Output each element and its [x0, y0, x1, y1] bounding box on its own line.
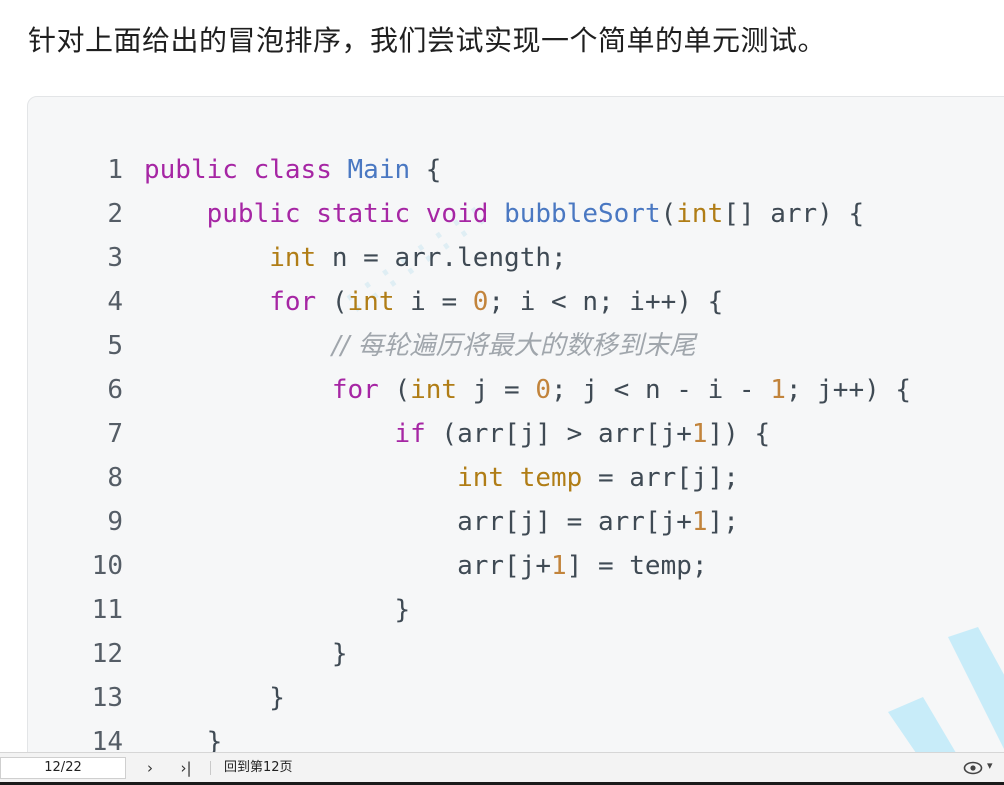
- code-token: ; j < n - i -: [551, 375, 771, 405]
- code-line: 12 }: [28, 632, 348, 676]
- view-options-button[interactable]: ▾: [963, 759, 1001, 777]
- page-number-field[interactable]: 12/22: [0, 757, 126, 779]
- line-number: 3: [107, 243, 123, 273]
- line-number: 6: [107, 375, 123, 405]
- line-number: 4: [107, 287, 123, 317]
- code-line: 9 arr[j] = arr[j+1];: [28, 500, 739, 544]
- code-token: int: [676, 199, 724, 229]
- code-token: 0: [535, 375, 552, 405]
- line-number: 2: [107, 199, 123, 229]
- code-line: 11 }: [28, 588, 410, 632]
- code-token: ]) {: [707, 419, 771, 449]
- code-line: 1 public class Main {: [28, 148, 441, 192]
- code-token: 1: [770, 375, 786, 405]
- code-token: ; j++) {: [785, 375, 912, 405]
- code-token: if: [394, 419, 426, 449]
- code-token: (: [660, 199, 677, 229]
- stripe-shape: [948, 627, 1004, 749]
- document-page: 针对上面给出的冒泡排序，我们尝试实现一个简单的单元测试。 :::::::: 1p…: [0, 0, 1004, 785]
- code-token: 1: [691, 419, 708, 449]
- code-block: :::::::: 1 public class Main { 2 public s…: [27, 96, 1004, 785]
- line-number: 8: [107, 463, 123, 493]
- code-token: }: [331, 639, 348, 669]
- code-line: 7 if (arr[j] > arr[j+1]) {: [28, 412, 770, 456]
- line-number: 10: [91, 551, 123, 581]
- line-number: 12: [91, 639, 123, 669]
- code-token: 1: [691, 507, 708, 537]
- line-number: 1: [107, 155, 123, 185]
- code-line: 6 for (int j = 0; j < n - i - 1; j++) {: [28, 368, 911, 412]
- intro-paragraph: 针对上面给出的冒泡排序，我们尝试实现一个简单的单元测试。: [28, 24, 827, 57]
- code-token: static: [316, 199, 411, 229]
- code-line: 5 // 每轮遍历将最大的数移到末尾: [28, 324, 696, 368]
- code-token: public: [206, 199, 301, 229]
- code-token: for: [269, 287, 317, 317]
- toolbar-divider: [210, 761, 211, 775]
- code-token: {: [425, 155, 442, 185]
- code-line: 10 arr[j+1] = temp;: [28, 544, 708, 588]
- code-token: class: [253, 155, 332, 185]
- line-number: 5: [107, 331, 123, 361]
- code-token: int: [457, 463, 505, 493]
- code-token: Main: [347, 155, 411, 185]
- eye-icon: [963, 761, 983, 775]
- back-to-page-link[interactable]: 回到第12页: [224, 757, 293, 779]
- code-token: 0: [472, 287, 489, 317]
- code-token: public: [144, 155, 238, 185]
- code-token: j =: [472, 375, 536, 405]
- code-line: 8 int temp = arr[j];: [28, 456, 739, 500]
- code-token: int: [269, 243, 317, 273]
- next-page-button[interactable]: ›: [140, 757, 160, 779]
- code-token: [] arr) {: [723, 199, 865, 229]
- code-token: int: [347, 287, 395, 317]
- code-line: 4 for (int i = 0; i < n; i++) {: [28, 280, 723, 324]
- code-token: int: [410, 375, 458, 405]
- code-token: (: [394, 375, 411, 405]
- line-number: 13: [91, 683, 123, 713]
- code-token: }: [269, 683, 285, 713]
- line-number: 9: [107, 507, 123, 537]
- code-token: for: [331, 375, 379, 405]
- line-number: 11: [91, 595, 123, 625]
- viewer-toolbar: 12/22 › ›| 回到第12页 ▾: [0, 752, 1004, 783]
- code-token: }: [394, 595, 411, 625]
- code-token: ] = temp;: [566, 551, 708, 581]
- code-line: 2 public static void bubbleSort(int[] ar…: [28, 192, 864, 236]
- code-token: void: [425, 199, 489, 229]
- code-line: 3 int n = arr.length;: [28, 236, 567, 280]
- code-line: 13 }: [28, 676, 285, 720]
- code-token: i =: [410, 287, 473, 317]
- code-token: (: [331, 287, 348, 317]
- code-token: arr[j+: [457, 551, 551, 581]
- code-comment: // 每轮遍历将最大的数移到末尾: [331, 331, 696, 361]
- code-token: ; i < n; i++) {: [488, 287, 724, 317]
- chevron-down-icon: ▾: [987, 759, 993, 772]
- line-number: 7: [107, 419, 123, 449]
- last-page-button[interactable]: ›|: [174, 757, 198, 779]
- code-token: bubbleSort: [504, 199, 661, 229]
- code-token: = arr[j];: [597, 463, 739, 493]
- code-token: arr[j] = arr[j+: [457, 507, 692, 537]
- code-token: n = arr.length;: [331, 243, 567, 273]
- code-token: temp: [519, 463, 583, 493]
- code-token: 1: [551, 551, 567, 581]
- code-token: ];: [707, 507, 739, 537]
- code-token: (arr[j] > arr[j+: [441, 419, 692, 449]
